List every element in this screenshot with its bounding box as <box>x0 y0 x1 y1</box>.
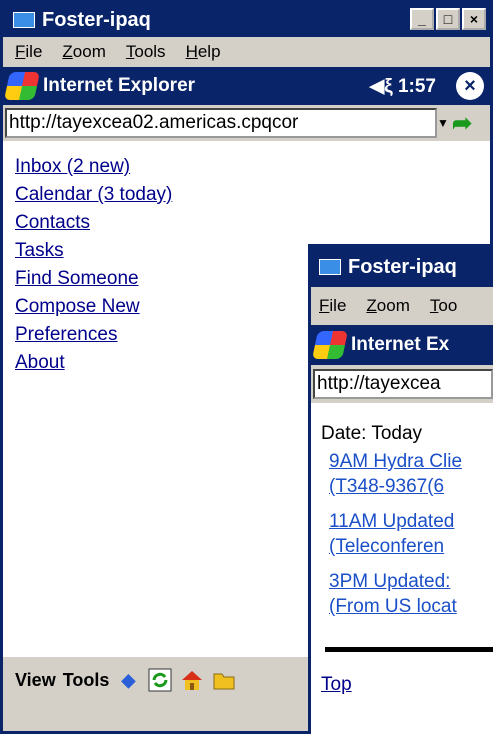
event-item: 11AM Updated (Teleconferen <box>329 509 493 559</box>
address-input[interactable]: http://tayexcea02.americas.cpqcor <box>5 108 437 138</box>
close-button[interactable]: × <box>462 8 486 30</box>
top-link[interactable]: Top <box>321 674 493 696</box>
link-contacts[interactable]: Contacts <box>15 209 490 237</box>
event-item: 3PM Updated: (From US locat <box>329 569 493 619</box>
menu-zoom[interactable]: Zoom <box>62 42 105 62</box>
app-icon <box>319 259 341 275</box>
window-title: Foster-ipaq <box>42 8 151 31</box>
second-address-bar: http://tayexcea <box>311 365 493 403</box>
menu-tools[interactable]: Too <box>430 296 457 316</box>
refresh-icon[interactable] <box>148 668 172 692</box>
second-address-input[interactable]: http://tayexcea <box>313 369 493 399</box>
window-titlebar[interactable]: Foster-ipaq _ □ × <box>3 3 490 37</box>
second-menu-bar: File Zoom Too <box>311 287 493 325</box>
windows-logo-icon[interactable] <box>312 331 348 359</box>
ie-close-icon[interactable]: × <box>456 72 484 100</box>
second-window: Foster-ipaq File Zoom Too Internet Ex ht… <box>308 244 493 734</box>
view-menu[interactable]: View <box>15 670 56 691</box>
ie-navbar: Internet Explorer ◀ξ 1:57 × <box>3 67 490 105</box>
address-dropdown-icon[interactable]: ▼ <box>437 108 449 138</box>
event-item: 9AM Hydra Clie (T348-9367(6 <box>329 449 493 499</box>
address-bar: http://tayexcea02.americas.cpqcor ▼ ➦ <box>3 105 490 141</box>
event-list: 9AM Hydra Clie (T348-9367(6 11AM Updated… <box>329 449 493 619</box>
second-ie-title: Internet Ex <box>351 334 450 355</box>
link-inbox[interactable]: Inbox (2 new) <box>15 153 490 181</box>
event-link[interactable]: (Teleconferen <box>329 534 493 559</box>
second-page-content: Date: Today 9AM Hydra Clie (T348-9367(6 … <box>311 403 493 734</box>
second-window-titlebar[interactable]: Foster-ipaq <box>311 247 493 287</box>
menu-tools[interactable]: Tools <box>126 42 166 62</box>
menu-file[interactable]: File <box>319 296 346 316</box>
app-icon <box>13 12 35 28</box>
tools-menu[interactable]: Tools <box>63 670 110 691</box>
date-label: Date: Today <box>321 423 423 444</box>
menu-file[interactable]: File <box>15 42 42 62</box>
event-link[interactable]: 11AM Updated <box>329 509 493 534</box>
separator-rule <box>325 647 493 652</box>
event-link[interactable]: 9AM Hydra Clie <box>329 449 493 474</box>
second-window-title: Foster-ipaq <box>348 255 457 278</box>
menu-zoom[interactable]: Zoom <box>366 296 409 316</box>
minimize-button[interactable]: _ <box>410 8 434 30</box>
event-link[interactable]: (From US locat <box>329 594 493 619</box>
menu-bar: File Zoom Tools Help <box>3 37 490 67</box>
back-arrow-icon[interactable]: ◆ <box>116 668 140 692</box>
windows-logo-icon[interactable] <box>4 72 40 100</box>
maximize-button[interactable]: □ <box>436 8 460 30</box>
favorites-folder-icon[interactable] <box>212 668 236 692</box>
home-icon[interactable] <box>180 668 204 692</box>
go-arrow-icon[interactable]: ➦ <box>449 108 475 138</box>
menu-help[interactable]: Help <box>186 42 221 62</box>
event-link[interactable]: (T348-9367(6 <box>329 474 493 499</box>
second-ie-navbar: Internet Ex <box>311 325 493 365</box>
volume-clock-status[interactable]: ◀ξ 1:57 <box>370 75 436 98</box>
event-link[interactable]: 3PM Updated: <box>329 569 493 594</box>
link-calendar[interactable]: Calendar (3 today) <box>15 181 490 209</box>
ie-title: Internet Explorer <box>43 75 196 96</box>
